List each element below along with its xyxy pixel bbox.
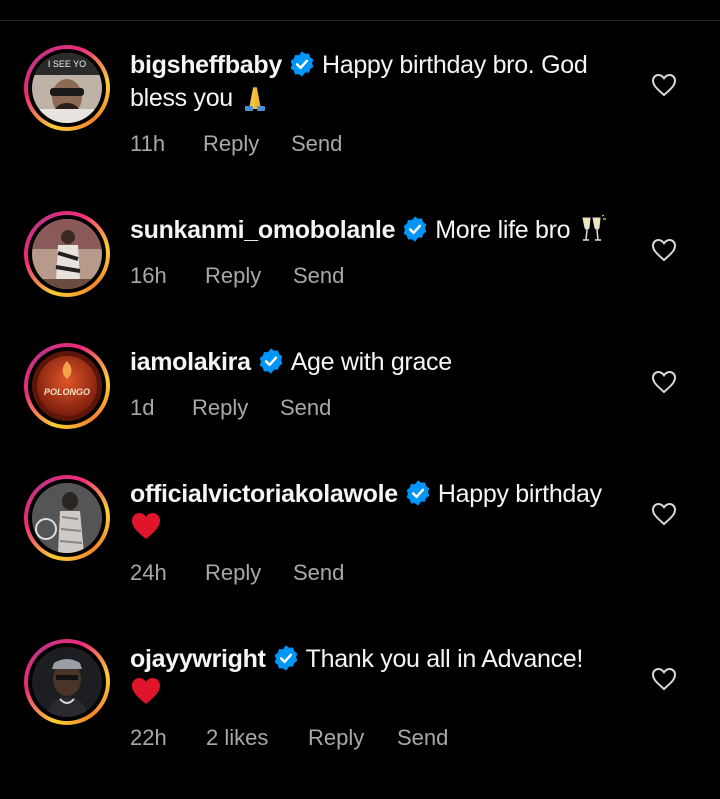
avatar-image bbox=[32, 219, 102, 289]
comment-timestamp: 1d bbox=[130, 395, 155, 420]
red-heart-icon bbox=[132, 678, 160, 704]
folded-hands-icon bbox=[244, 86, 265, 111]
heart-icon[interactable] bbox=[651, 667, 677, 691]
avatar-caption: I SEE YO bbox=[48, 59, 86, 69]
avatar-image: POLONGO bbox=[32, 351, 102, 421]
avatar[interactable]: I SEE YO bbox=[24, 45, 110, 131]
likes-count[interactable]: 2 likes bbox=[206, 725, 308, 751]
avatar-caption: POLONGO bbox=[44, 387, 90, 397]
avatar-image: I SEE YO bbox=[32, 53, 102, 123]
heart-icon[interactable] bbox=[651, 73, 677, 97]
avatar-image bbox=[32, 647, 102, 717]
top-divider bbox=[0, 20, 720, 21]
avatar[interactable]: POLONGO bbox=[24, 343, 110, 429]
send-button[interactable]: Send bbox=[280, 395, 331, 421]
avatar[interactable] bbox=[24, 639, 110, 725]
comment-text: Thank you all in Advance! bbox=[305, 645, 584, 673]
username[interactable]: bigsheffbaby bbox=[130, 51, 282, 79]
send-button[interactable]: Send bbox=[293, 560, 344, 586]
comment-timestamp: 16h bbox=[130, 263, 167, 288]
send-button[interactable]: Send bbox=[291, 131, 342, 157]
reply-button[interactable]: Reply bbox=[205, 560, 293, 586]
reply-button[interactable]: Reply bbox=[203, 131, 291, 157]
verified-badge-icon bbox=[406, 480, 430, 506]
clinking-glasses-icon bbox=[582, 214, 606, 241]
reply-button[interactable]: Reply bbox=[205, 263, 293, 289]
comment-text: Age with grace bbox=[290, 348, 452, 376]
comment-text: More life bro bbox=[435, 216, 571, 244]
comment-timestamp: 24h bbox=[130, 560, 167, 585]
username[interactable]: ojayywright bbox=[130, 645, 266, 673]
verified-badge-icon bbox=[259, 348, 283, 374]
reply-button[interactable]: Reply bbox=[192, 395, 280, 421]
verified-badge-icon bbox=[403, 216, 427, 242]
username[interactable]: sunkanmi_omobolanle bbox=[130, 216, 395, 244]
verified-badge-icon bbox=[290, 51, 314, 77]
avatar[interactable] bbox=[24, 475, 110, 561]
verified-badge-icon bbox=[274, 645, 297, 671]
send-button[interactable]: Send bbox=[293, 263, 344, 289]
avatar[interactable] bbox=[24, 211, 110, 297]
heart-icon[interactable] bbox=[651, 238, 677, 262]
comment-timestamp: 11h bbox=[130, 131, 166, 156]
comment-timestamp: 22h bbox=[130, 725, 167, 750]
reply-button[interactable]: Reply bbox=[308, 725, 397, 751]
send-button[interactable]: Send bbox=[397, 725, 448, 751]
red-heart-icon bbox=[132, 513, 160, 539]
heart-icon[interactable] bbox=[651, 370, 677, 394]
avatar-image bbox=[32, 483, 102, 553]
comment-text: Happy birthday bbox=[437, 480, 602, 508]
heart-icon[interactable] bbox=[651, 502, 677, 526]
username[interactable]: iamolakira bbox=[130, 348, 251, 376]
username[interactable]: officialvictoriakolawole bbox=[130, 480, 398, 508]
